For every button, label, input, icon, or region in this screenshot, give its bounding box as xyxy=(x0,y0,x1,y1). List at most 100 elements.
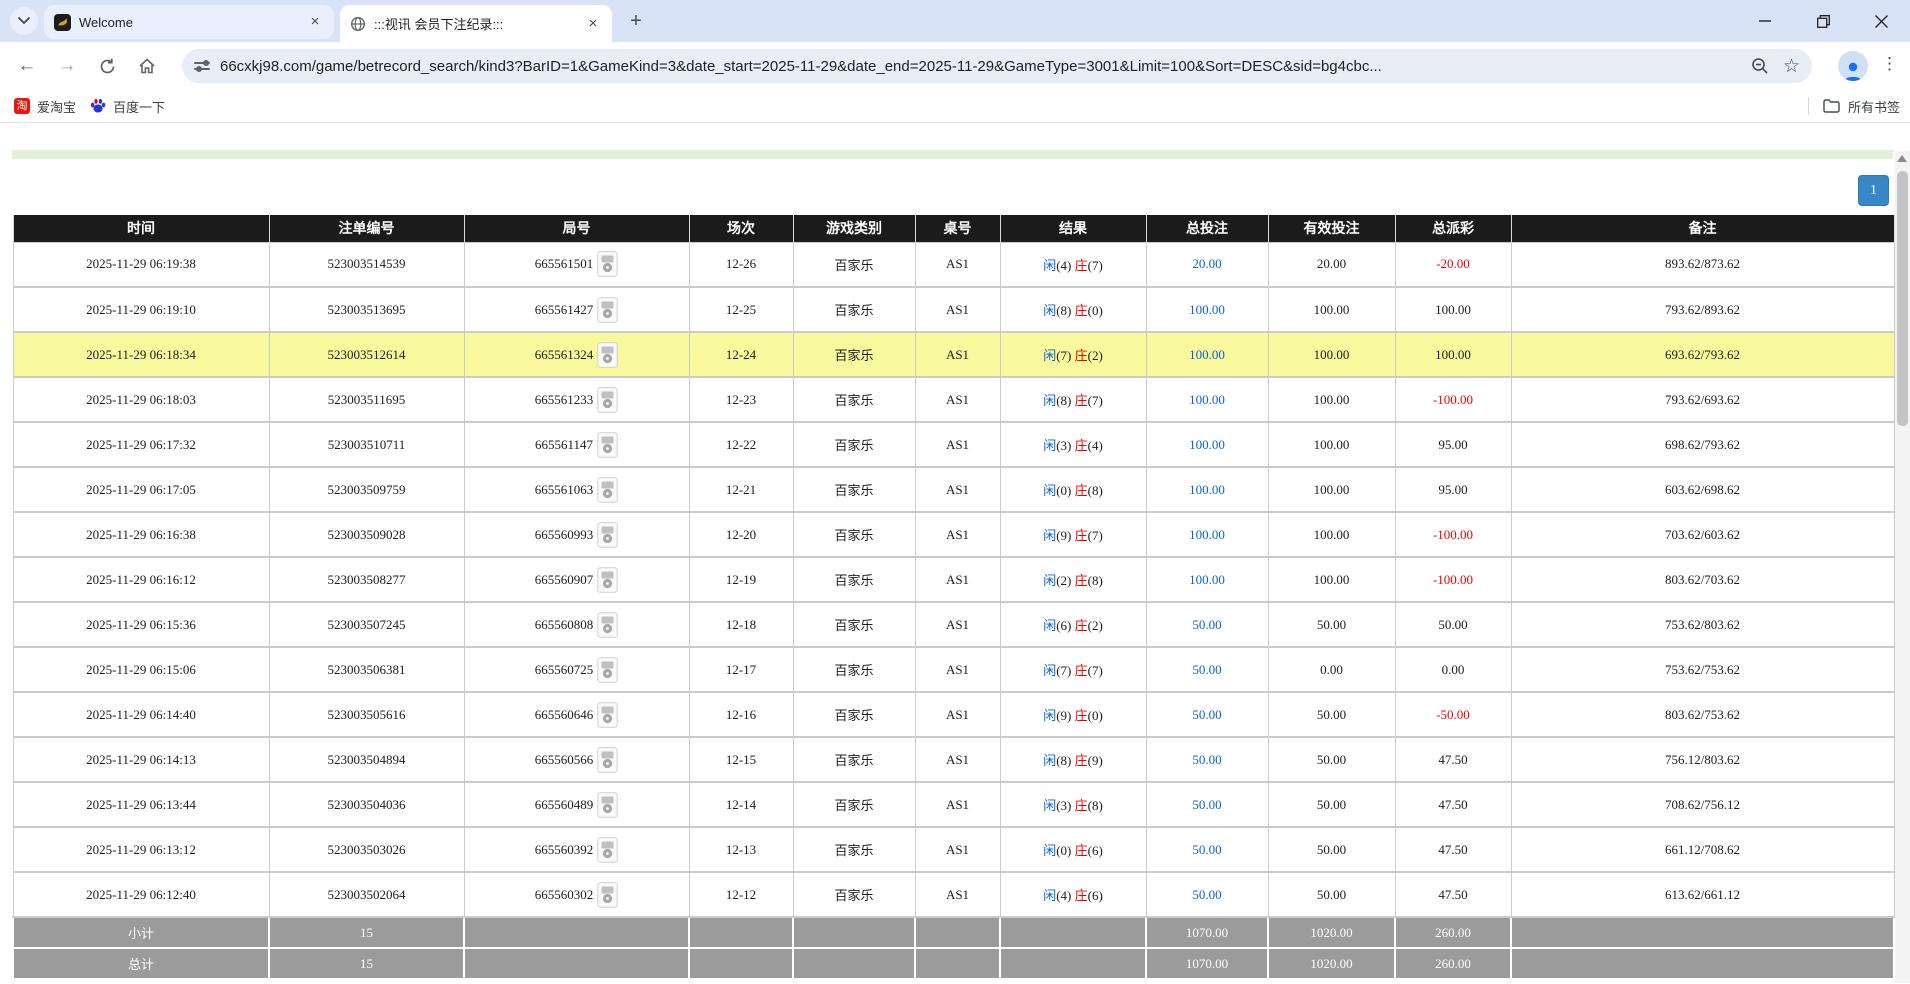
cell-remark: 693.62/793.62 xyxy=(1511,332,1894,377)
footer-total-bet: 1070.00 xyxy=(1146,948,1268,979)
cell-total-bet[interactable]: 50.00 xyxy=(1146,647,1268,692)
video-replay-icon[interactable] xyxy=(597,792,618,818)
cell-time: 2025-11-29 06:19:10 xyxy=(13,287,269,332)
cell-round-number: 665560907 xyxy=(464,557,689,602)
bookmark-aitaobao[interactable]: 淘 爱淘宝 xyxy=(14,97,76,116)
cell-table-number: AS1 xyxy=(915,602,1000,647)
refresh-icon xyxy=(99,58,116,75)
forward-button[interactable]: → xyxy=(50,49,84,83)
tab-search-button[interactable] xyxy=(10,7,38,35)
page-scrollbar[interactable] xyxy=(1895,151,1910,983)
profile-avatar[interactable] xyxy=(1838,51,1868,81)
url-bar[interactable]: 66cxkj98.com/game/betrecord_search/kind3… xyxy=(182,49,1812,83)
cell-bet-number: 523003506381 xyxy=(269,647,464,692)
video-replay-icon[interactable] xyxy=(597,747,618,773)
video-replay-icon[interactable] xyxy=(597,657,618,683)
video-replay-icon[interactable] xyxy=(597,251,618,277)
video-replay-icon[interactable] xyxy=(597,837,618,863)
all-bookmarks-label: 所有书签 xyxy=(1848,97,1900,116)
home-icon xyxy=(138,57,156,75)
bookmark-star-icon[interactable]: ☆ xyxy=(1783,55,1800,78)
refresh-button[interactable] xyxy=(90,49,124,83)
cell-result: 闲(6) 庄(2) xyxy=(1000,602,1146,647)
video-replay-icon[interactable] xyxy=(597,612,618,638)
cell-total-bet[interactable]: 50.00 xyxy=(1146,782,1268,827)
column-header: 游戏类别 xyxy=(793,215,915,242)
table-row: 2025-11-29 06:17:05 523003509759 6655610… xyxy=(13,467,1894,512)
tab-close-icon[interactable]: × xyxy=(306,13,324,31)
browser-menu-icon[interactable]: ⋮ xyxy=(1881,54,1898,74)
video-replay-icon[interactable] xyxy=(597,387,618,413)
cell-total-payout: 50.00 xyxy=(1395,602,1511,647)
site-settings-icon[interactable] xyxy=(194,58,210,74)
cell-total-bet[interactable]: 50.00 xyxy=(1146,692,1268,737)
cell-time: 2025-11-29 06:14:40 xyxy=(13,692,269,737)
browser-toolbar: ← → 66cxkj98.com/game/betrecord_search/k… xyxy=(0,42,1910,90)
cell-total-bet[interactable]: 100.00 xyxy=(1146,557,1268,602)
video-replay-icon[interactable] xyxy=(597,477,618,503)
cell-time: 2025-11-29 06:16:12 xyxy=(13,557,269,602)
home-button[interactable] xyxy=(130,49,164,83)
tab-close-icon[interactable]: × xyxy=(584,15,602,33)
tab-title: Welcome xyxy=(79,15,298,30)
cell-result: 闲(4) 庄(6) xyxy=(1000,872,1146,917)
taobao-icon: 淘 xyxy=(14,98,30,114)
video-replay-icon[interactable] xyxy=(597,567,618,593)
cell-bet-number: 523003513695 xyxy=(269,287,464,332)
scrollbar-up-icon[interactable] xyxy=(1897,155,1907,162)
new-tab-button[interactable]: + xyxy=(624,10,648,33)
cell-total-payout: 95.00 xyxy=(1395,467,1511,512)
cell-total-bet[interactable]: 100.00 xyxy=(1146,422,1268,467)
video-replay-icon[interactable] xyxy=(597,432,618,458)
video-replay-icon[interactable] xyxy=(597,702,618,728)
footer-count: 15 xyxy=(269,917,464,948)
all-bookmarks[interactable]: 所有书签 xyxy=(1808,97,1900,116)
bookmark-label: 爱淘宝 xyxy=(37,97,76,116)
minimize-button[interactable] xyxy=(1736,0,1794,42)
video-replay-icon[interactable] xyxy=(597,342,618,368)
cell-valid-bet: 100.00 xyxy=(1268,422,1395,467)
person-icon xyxy=(1842,61,1864,81)
cell-result: 闲(7) 庄(2) xyxy=(1000,332,1146,377)
cell-total-bet[interactable]: 100.00 xyxy=(1146,332,1268,377)
cell-remark: 708.62/756.12 xyxy=(1511,782,1894,827)
url-text[interactable]: 66cxkj98.com/game/betrecord_search/kind3… xyxy=(220,58,1743,75)
cell-time: 2025-11-29 06:16:38 xyxy=(13,512,269,557)
cell-round-number: 665560302 xyxy=(464,872,689,917)
cell-valid-bet: 100.00 xyxy=(1268,377,1395,422)
pagination-page-1-button[interactable]: 1 xyxy=(1858,175,1889,206)
video-replay-icon[interactable] xyxy=(597,297,618,323)
close-window-button[interactable] xyxy=(1852,0,1910,42)
minimize-icon xyxy=(1759,15,1771,27)
cell-total-payout: -50.00 xyxy=(1395,692,1511,737)
cell-total-bet[interactable]: 100.00 xyxy=(1146,287,1268,332)
table-footer-row: 总计 15 1070.00 1020.00 260.00 xyxy=(13,948,1894,979)
bookmark-baidu[interactable]: 百度一下 xyxy=(90,97,165,116)
cell-session: 12-22 xyxy=(689,422,793,467)
cell-total-bet[interactable]: 50.00 xyxy=(1146,737,1268,782)
cell-total-bet[interactable]: 50.00 xyxy=(1146,872,1268,917)
bookmarks-bar: 淘 爱淘宝 百度一下 所有书签 xyxy=(0,90,1910,123)
cell-table-number: AS1 xyxy=(915,692,1000,737)
tab-welcome[interactable]: Welcome × xyxy=(44,5,334,39)
cell-round-number: 665561147 xyxy=(464,422,689,467)
back-button[interactable]: ← xyxy=(10,49,44,83)
cell-total-bet[interactable]: 50.00 xyxy=(1146,602,1268,647)
cell-table-number: AS1 xyxy=(915,332,1000,377)
cell-session: 12-17 xyxy=(689,647,793,692)
cell-total-bet[interactable]: 100.00 xyxy=(1146,377,1268,422)
cell-round-number: 665560489 xyxy=(464,782,689,827)
cell-total-bet[interactable]: 50.00 xyxy=(1146,827,1268,872)
scrollbar-thumb[interactable] xyxy=(1897,171,1908,426)
cell-total-bet[interactable]: 100.00 xyxy=(1146,467,1268,512)
table-row: 2025-11-29 06:13:12 523003503026 6655603… xyxy=(13,827,1894,872)
zoom-out-icon[interactable] xyxy=(1751,57,1769,75)
tab-bet-records[interactable]: :::视讯 会员下注纪录::: × xyxy=(340,5,612,42)
cell-total-bet[interactable]: 20.00 xyxy=(1146,242,1268,287)
video-replay-icon[interactable] xyxy=(597,522,618,548)
cell-round-number: 665560566 xyxy=(464,737,689,782)
cell-game-type: 百家乐 xyxy=(793,782,915,827)
restore-button[interactable] xyxy=(1794,0,1852,42)
cell-total-bet[interactable]: 100.00 xyxy=(1146,512,1268,557)
video-replay-icon[interactable] xyxy=(597,882,618,908)
